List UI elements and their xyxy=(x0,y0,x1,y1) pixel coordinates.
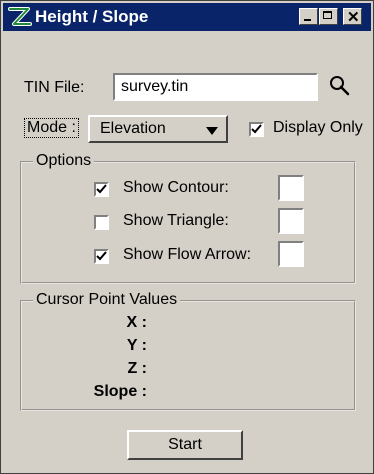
chevron-down-icon xyxy=(206,127,218,135)
window-title: Height / Slope xyxy=(35,7,149,26)
triangle-color-swatch[interactable] xyxy=(278,208,304,234)
cursor-point-values-legend: Cursor Point Values xyxy=(33,291,181,309)
flow-arrow-color-swatch[interactable] xyxy=(278,241,304,267)
app-logo-icon xyxy=(8,7,32,26)
display-only-checkbox[interactable] xyxy=(249,122,264,137)
x-value-label: X : xyxy=(126,314,147,331)
title-bar[interactable]: Height / Slope ✕ xyxy=(3,3,371,31)
contour-color-swatch[interactable] xyxy=(278,175,304,201)
tin-file-input[interactable]: survey.tin xyxy=(113,73,318,101)
show-flow-arrow-label: Show Flow Arrow: xyxy=(123,246,252,263)
checkmark-icon xyxy=(251,124,262,134)
y-value-label: Y : xyxy=(126,337,147,354)
checkmark-icon xyxy=(96,251,107,261)
height-slope-window: Height / Slope ✕ TIN File: survey.tin Mo… xyxy=(0,0,374,474)
minimize-button[interactable] xyxy=(299,8,318,25)
slope-value-label: Slope : xyxy=(93,383,147,400)
close-icon: ✕ xyxy=(347,9,360,26)
mode-dropdown[interactable]: Elevation xyxy=(88,115,228,143)
mode-label: Mode : xyxy=(24,118,79,138)
tin-file-label: TIN File: xyxy=(24,79,85,96)
show-contour-label: Show Contour: xyxy=(123,179,229,196)
display-only-label: Display Only xyxy=(273,119,363,136)
options-legend: Options xyxy=(33,152,95,170)
show-triangle-checkbox[interactable] xyxy=(94,215,109,230)
z-value-label: Z : xyxy=(127,360,147,377)
start-button[interactable]: Start xyxy=(127,430,243,460)
tin-file-value: survey.tin xyxy=(121,78,189,95)
show-contour-checkbox[interactable] xyxy=(94,182,109,197)
show-flow-arrow-checkbox[interactable] xyxy=(94,249,109,264)
mode-selected-value: Elevation xyxy=(100,120,166,137)
search-icon[interactable] xyxy=(329,75,351,97)
show-triangle-label: Show Triangle: xyxy=(123,212,229,229)
close-button[interactable]: ✕ xyxy=(343,8,362,26)
maximize-button[interactable] xyxy=(319,8,338,25)
checkmark-icon xyxy=(96,184,107,194)
